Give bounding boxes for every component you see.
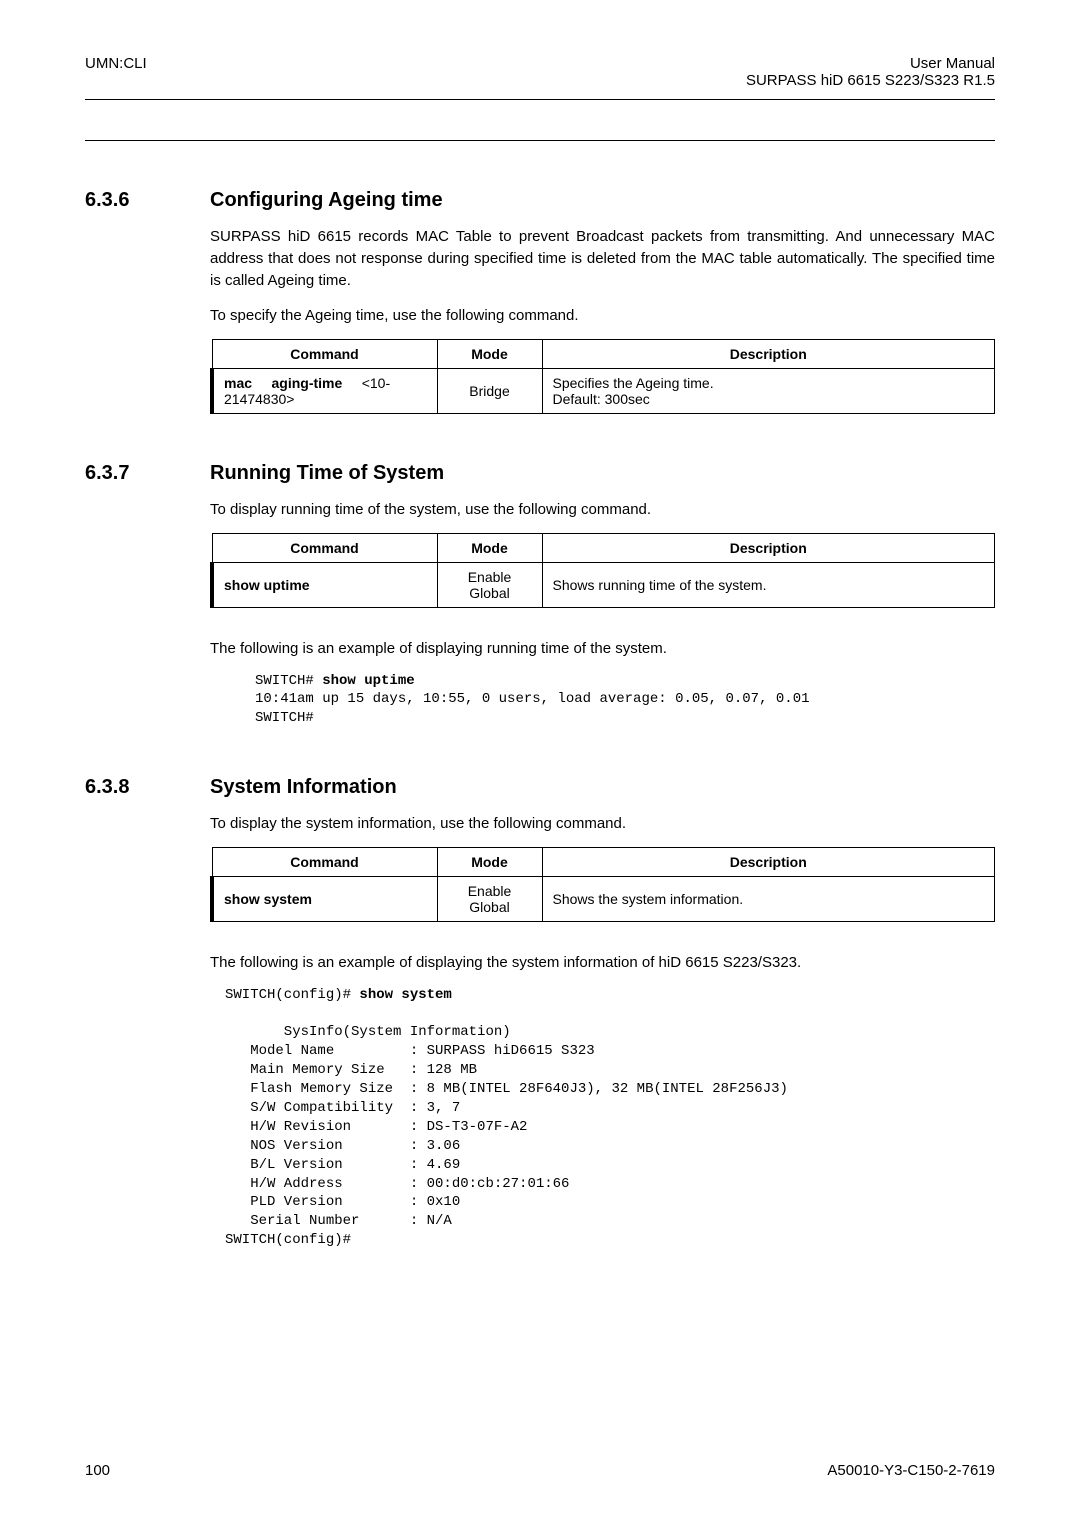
col-header-command: Command [212,340,437,369]
code-line-cmd: show uptime [322,673,414,689]
paragraph: To display the system information, use t… [210,813,995,835]
table-row: mac aging-time <10-21474830> Bridge Spec… [212,369,995,414]
header-divider [85,99,995,100]
code-line: H/W Address : 00:d0:cb:27:01:66 [225,1176,569,1192]
cell-description: Specifies the Ageing time. Default: 300s… [542,369,995,414]
paragraph: SURPASS hiD 6615 records MAC Table to pr… [210,226,995,291]
code-line: Flash Memory Size : 8 MB(INTEL 28F640J3)… [225,1081,788,1097]
header-right: User Manual SURPASS hiD 6615 S223/S323 R… [746,55,995,89]
col-header-command: Command [212,847,437,876]
col-header-description: Description [542,533,995,562]
header-right-line2: SURPASS hiD 6615 S223/S323 R1.5 [746,72,995,89]
page-header: UMN:CLI User Manual SURPASS hiD 6615 S22… [0,0,1080,89]
code-line: NOS Version : 3.06 [225,1138,460,1154]
header-divider-thin [85,140,995,141]
cmd-kw: show system [224,891,312,907]
page-footer: 100 A50010-Y3-C150-2-7619 [85,1462,995,1479]
code-block: SWITCH# show uptime 10:41am up 15 days, … [255,672,995,729]
header-right-line1: User Manual [746,55,995,72]
cell-mode: Enable Global [437,562,542,607]
table-row: show uptime Enable Global Shows running … [212,562,995,607]
section-title: System Information [210,776,397,799]
mode-line: Global [448,585,532,601]
col-header-mode: Mode [437,533,542,562]
section-number: 6.3.8 [85,776,210,799]
cell-command: mac aging-time <10-21474830> [212,369,437,414]
col-header-mode: Mode [437,340,542,369]
col-header-mode: Mode [437,847,542,876]
cell-mode: Enable Global [437,876,542,921]
paragraph: To specify the Ageing time, use the foll… [210,305,995,327]
mode-line: Enable [448,883,532,899]
cmd-kw: mac [224,375,252,391]
section-heading: 6.3.8 System Information [85,776,995,799]
code-line: 10:41am up 15 days, 10:55, 0 users, load… [255,691,810,707]
desc-line: Specifies the Ageing time. [553,375,985,391]
command-table: Command Mode Description show uptime Ena… [210,533,995,608]
cell-description: Shows the system information. [542,876,995,921]
table-header-row: Command Mode Description [212,340,995,369]
col-header-command: Command [212,533,437,562]
code-line: SWITCH(config)# [225,1232,351,1248]
table-header-row: Command Mode Description [212,847,995,876]
col-header-description: Description [542,340,995,369]
page-number: 100 [85,1462,110,1479]
section-heading: 6.3.7 Running Time of System [85,462,995,485]
code-line: PLD Version : 0x10 [225,1194,460,1210]
command-table: Command Mode Description mac aging-time … [210,339,995,414]
paragraph: To display running time of the system, u… [210,499,995,521]
header-left: UMN:CLI [85,55,147,89]
code-block: SWITCH(config)# show system SysInfo(Syst… [225,986,995,1250]
code-line-cmd: show system [359,987,451,1003]
cell-description: Shows running time of the system. [542,562,995,607]
section-number: 6.3.6 [85,189,210,212]
mode-line: Enable [448,569,532,585]
section-title: Running Time of System [210,462,444,485]
cell-command: show uptime [212,562,437,607]
table-row: show system Enable Global Shows the syst… [212,876,995,921]
section-heading: 6.3.6 Configuring Ageing time [85,189,995,212]
code-line: SWITCH# [255,710,314,726]
command-table: Command Mode Description show system Ena… [210,847,995,922]
table-header-row: Command Mode Description [212,533,995,562]
col-header-description: Description [542,847,995,876]
paragraph: The following is an example of displayin… [210,638,995,660]
code-line: Model Name : SURPASS hiD6615 S323 [225,1043,595,1059]
paragraph: The following is an example of displayin… [210,952,995,974]
cell-mode: Bridge [437,369,542,414]
doc-id: A50010-Y3-C150-2-7619 [827,1462,995,1479]
desc-line: Default: 300sec [553,391,985,407]
code-line: Main Memory Size : 128 MB [225,1062,477,1078]
code-line-prompt: SWITCH# [255,673,322,689]
section-number: 6.3.7 [85,462,210,485]
code-line-prompt: SWITCH(config)# [225,987,359,1003]
cell-command: show system [212,876,437,921]
code-line: B/L Version : 4.69 [225,1157,460,1173]
code-line: H/W Revision : DS-T3-07F-A2 [225,1119,527,1135]
code-line: Serial Number : N/A [225,1213,452,1229]
section-title: Configuring Ageing time [210,189,443,212]
code-line: S/W Compatibility : 3, 7 [225,1100,460,1116]
cmd-kw: show uptime [224,577,310,593]
cmd-kw: aging-time [271,375,342,391]
code-line: SysInfo(System Information) [225,1024,511,1040]
mode-line: Global [448,899,532,915]
